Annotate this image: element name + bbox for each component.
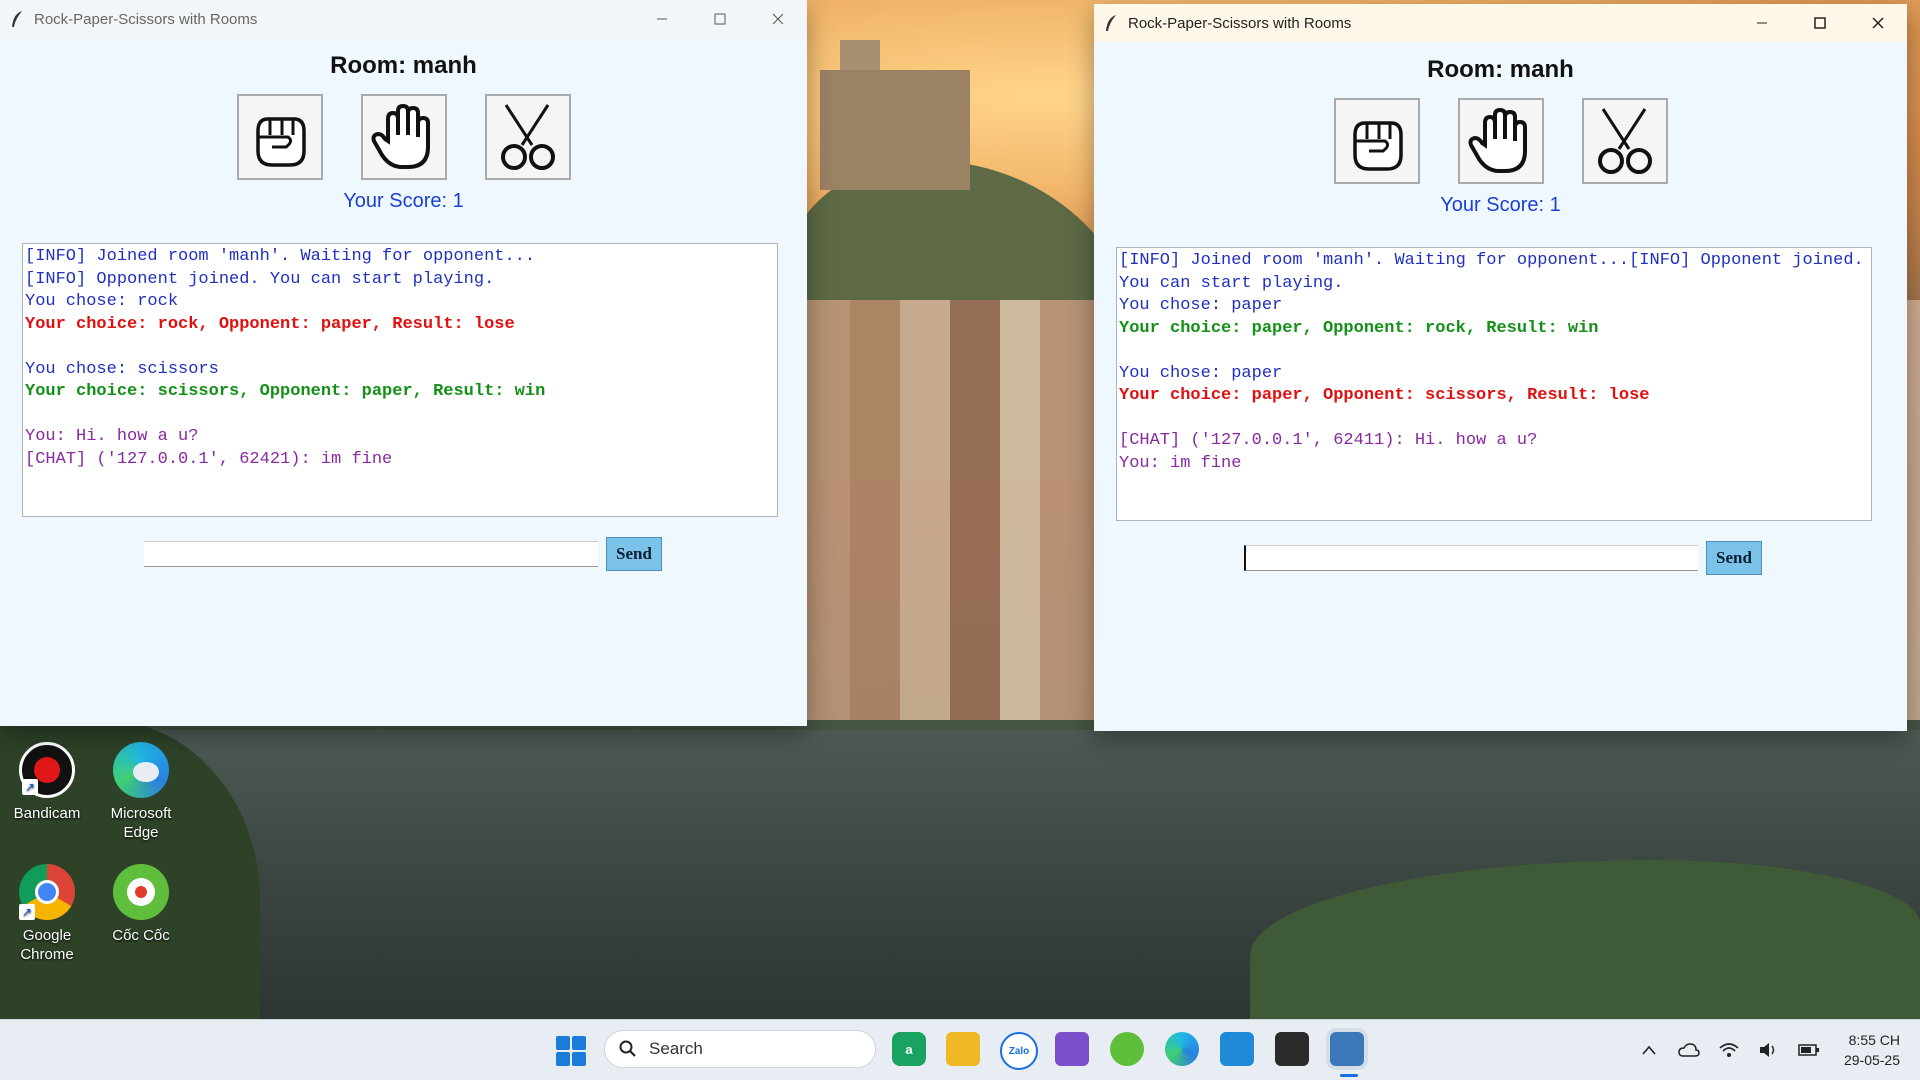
python-app-icon[interactable] — [1330, 1032, 1364, 1066]
chrome-icon: ↗ — [19, 864, 75, 920]
desktop-icon-label: Google — [22, 927, 72, 944]
terminal-icon[interactable] — [1275, 1032, 1309, 1066]
desktop-icon-label: Edge — [123, 824, 159, 841]
log-line: You chose: scissors — [25, 359, 219, 379]
log-line: [INFO] Opponent joined. You can start pl… — [25, 269, 495, 289]
score-label: Your Score: 1 — [343, 190, 464, 212]
desktop-icon-coc-coc[interactable]: Cốc Cốc — [98, 864, 184, 945]
game-window-left: Rock-Paper-Scissors with Rooms Room: man… — [0, 0, 807, 726]
feather-icon — [1104, 14, 1118, 32]
minimize-button[interactable] — [633, 0, 691, 38]
game-window-right: Rock-Paper-Scissors with Rooms Room: man… — [1094, 4, 1907, 731]
search-icon — [619, 1040, 636, 1057]
message-log[interactable]: [INFO] Joined room 'manh'. Waiting for o… — [1116, 247, 1872, 521]
scissors-button[interactable] — [1581, 98, 1668, 184]
windows-start-button[interactable] — [556, 1036, 586, 1066]
room-title: Room: manh — [1427, 56, 1574, 83]
search-label: Search — [649, 1039, 703, 1058]
log-line: [INFO] Joined room 'manh'. Waiting for o… — [1119, 251, 1864, 293]
log-line: You chose: rock — [25, 292, 179, 311]
rock-fist-icon — [255, 117, 306, 167]
scissors-button[interactable] — [484, 94, 571, 180]
paper-hand-icon — [371, 103, 430, 169]
bandicam-icon: ↗ — [19, 742, 75, 798]
feather-icon — [10, 10, 24, 28]
volume-icon[interactable] — [1758, 1039, 1780, 1061]
desktop-icon-label: Cốc Cốc — [112, 927, 170, 944]
maximize-button[interactable] — [691, 0, 749, 38]
rock-button[interactable] — [1333, 98, 1420, 184]
taskbar: Search a Zalo 8:55 CH 29-05-25 — [0, 1019, 1920, 1080]
window-title: Rock-Paper-Scissors with Rooms — [34, 10, 258, 28]
rock-button[interactable] — [236, 94, 323, 180]
window-title: Rock-Paper-Scissors with Rooms — [1128, 14, 1352, 32]
scissors-icon — [1597, 108, 1652, 174]
active-indicator — [1340, 1074, 1358, 1077]
choice-buttons — [1094, 98, 1907, 184]
coccoc-taskbar-icon[interactable] — [1110, 1032, 1144, 1066]
title-bar[interactable]: Rock-Paper-Scissors with Rooms — [1094, 4, 1907, 42]
zalo-icon[interactable]: Zalo — [1000, 1032, 1038, 1070]
log-line: You chose: paper — [1119, 363, 1283, 383]
system-tray: 8:55 CH 29-05-25 — [1638, 1020, 1920, 1080]
battery-icon[interactable] — [1798, 1039, 1820, 1061]
clock-date: 29-05-25 — [1843, 1052, 1900, 1068]
coccoc-icon — [113, 864, 169, 920]
desktop-icon-label: Microsoft — [110, 805, 172, 822]
edge-icon — [113, 742, 169, 798]
desktop-icon-microsoft-edge[interactable]: Microsoft Edge — [98, 742, 184, 842]
clock[interactable]: 8:55 CH 29-05-25 — [1844, 1030, 1900, 1070]
paper-button[interactable] — [360, 94, 447, 180]
edge-taskbar-icon[interactable] — [1165, 1032, 1199, 1066]
log-line: [CHAT] ('127.0.0.1', 62411): Hi. how a u… — [1119, 431, 1538, 450]
title-bar[interactable]: Rock-Paper-Scissors with Rooms — [0, 0, 807, 38]
log-line: You: Hi. how a u? — [25, 427, 199, 446]
log-line: You chose: paper — [1119, 296, 1283, 315]
cloud-icon[interactable] — [1678, 1039, 1700, 1061]
wallpaper-castle — [820, 40, 970, 190]
choice-buttons — [0, 94, 807, 180]
message-input[interactable] — [144, 541, 598, 567]
log-line: Your choice: paper, Opponent: scissors, … — [1119, 386, 1650, 405]
file-explorer-icon[interactable] — [946, 1032, 980, 1066]
paper-button[interactable] — [1457, 98, 1544, 184]
close-button[interactable] — [1849, 4, 1907, 42]
zalo-label: Zalo — [1008, 1045, 1030, 1057]
message-input[interactable] — [1244, 545, 1698, 571]
scissors-icon — [500, 104, 555, 170]
desktop-icon-google-chrome[interactable]: ↗ Google Chrome — [4, 864, 90, 964]
visual-studio-icon[interactable] — [1055, 1032, 1089, 1066]
send-button[interactable]: Send — [606, 537, 662, 571]
wifi-icon[interactable] — [1718, 1039, 1740, 1061]
vscode-icon[interactable] — [1220, 1032, 1254, 1066]
taskbar-search[interactable]: Search — [604, 1030, 876, 1068]
score-label: Your Score: 1 — [1440, 194, 1561, 216]
rock-fist-icon — [1352, 121, 1403, 171]
log-line: Your choice: rock, Opponent: paper, Resu… — [25, 314, 515, 334]
desktop-icon-label: Chrome — [20, 946, 74, 963]
app-a-label: a — [905, 1041, 913, 1057]
message-log[interactable]: [INFO] Joined room 'manh'. Waiting for o… — [22, 243, 778, 517]
log-line: [INFO] Joined room 'manh'. Waiting for o… — [25, 247, 536, 266]
desktop-icon-bandicam[interactable]: ↗ Bandicam — [4, 742, 90, 823]
log-line: You: im fine — [1119, 453, 1242, 473]
log-line: Your choice: scissors, Opponent: paper, … — [25, 382, 546, 401]
close-button[interactable] — [749, 0, 807, 38]
maximize-button[interactable] — [1791, 4, 1849, 42]
minimize-button[interactable] — [1733, 4, 1791, 42]
chevron-up-icon[interactable] — [1638, 1039, 1660, 1061]
paper-hand-icon — [1468, 107, 1527, 173]
room-title: Room: manh — [330, 52, 477, 79]
clock-time: 8:55 CH — [1848, 1032, 1900, 1048]
taskbar-app-a[interactable]: a — [892, 1032, 926, 1066]
log-line: Your choice: paper, Opponent: rock, Resu… — [1119, 318, 1599, 338]
desktop-icon-label: Bandicam — [13, 805, 81, 822]
log-line: [CHAT] ('127.0.0.1', 62421): im fine — [25, 449, 393, 469]
send-button[interactable]: Send — [1706, 541, 1762, 575]
